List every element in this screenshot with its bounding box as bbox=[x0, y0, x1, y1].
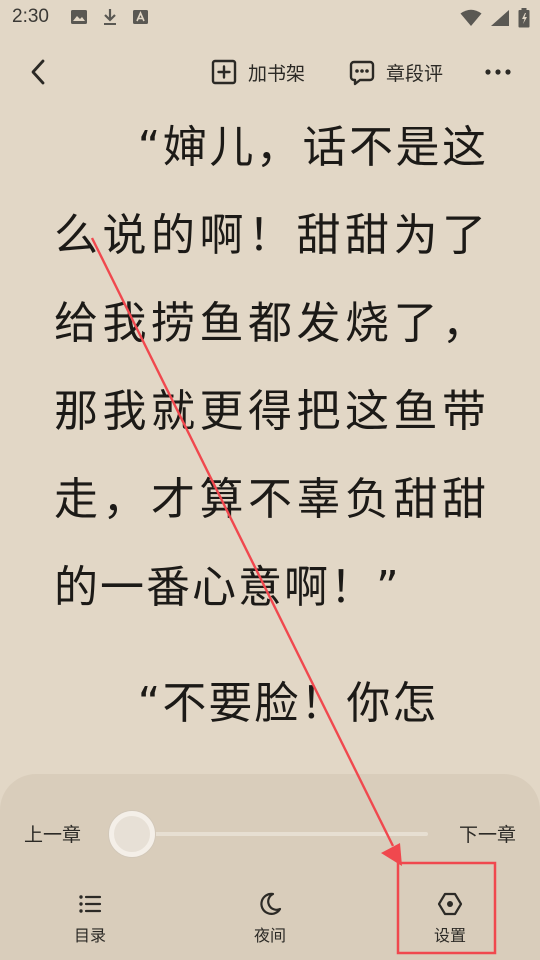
font-app-icon bbox=[133, 10, 148, 24]
more-horizontal-icon bbox=[485, 69, 511, 75]
text-paragraph: “婶儿，话不是这么说的啊！甜甜为了给我捞鱼都发烧了，那我就更得把这鱼带走，才算不… bbox=[54, 122, 488, 613]
status-system-icons bbox=[460, 8, 530, 28]
add-bookshelf-label: 加书架 bbox=[248, 62, 306, 85]
tab-label: 夜间 bbox=[253, 926, 286, 945]
status-notification-icons bbox=[70, 8, 149, 26]
download-icon bbox=[104, 9, 116, 25]
chapter-progress-slider[interactable] bbox=[130, 832, 428, 836]
reader-control-panel: 上一章 下一章 目录 夜间 设置 bbox=[0, 774, 540, 960]
paragraph-comment-label: 章段评 bbox=[386, 62, 444, 85]
battery-icon bbox=[518, 8, 530, 28]
signal-icon bbox=[491, 10, 509, 26]
add-bookshelf-button[interactable]: 加书架 bbox=[210, 56, 305, 88]
wifi-icon bbox=[460, 9, 482, 26]
list-icon bbox=[79, 895, 102, 913]
paragraph-comment-button[interactable]: 章段评 bbox=[348, 56, 443, 88]
status-bar: 2:30 bbox=[0, 0, 540, 36]
tab-table-of-contents[interactable]: 目录 bbox=[45, 890, 135, 946]
prev-chapter-button[interactable]: 上一章 bbox=[24, 820, 81, 847]
tab-settings[interactable]: 设置 bbox=[405, 890, 495, 946]
tab-label: 目录 bbox=[73, 926, 106, 945]
reader-toolbar: 加书架 章段评 bbox=[0, 40, 540, 104]
tab-night-mode[interactable]: 夜间 bbox=[225, 890, 315, 946]
chapter-text: “婶儿，话不是这么说的啊！甜甜为了给我捞鱼都发烧了，那我就更得把这鱼带走，才算不… bbox=[54, 104, 488, 774]
back-button[interactable] bbox=[22, 54, 54, 90]
more-button[interactable] bbox=[478, 58, 518, 86]
chapter-progress-thumb[interactable] bbox=[109, 811, 155, 857]
comment-dots-icon bbox=[349, 60, 375, 86]
next-chapter-button[interactable]: 下一章 bbox=[459, 820, 516, 847]
reader-bottom-tabs: 目录 夜间 设置 bbox=[0, 886, 540, 960]
settings-hexagon-icon bbox=[437, 892, 463, 916]
text-paragraph: “不要脸！你怎 bbox=[137, 678, 439, 729]
status-time: 2:30 bbox=[12, 6, 49, 27]
reader-screen: 2:30 加书架 章段评 “婶儿，话不是这么说的啊！甜甜为了给我捞鱼都发烧了，那… bbox=[0, 0, 540, 960]
add-box-icon bbox=[211, 59, 237, 85]
image-icon bbox=[71, 10, 87, 24]
tab-label: 设置 bbox=[433, 926, 466, 945]
moon-icon bbox=[260, 892, 282, 915]
chevron-left-icon bbox=[31, 59, 45, 85]
